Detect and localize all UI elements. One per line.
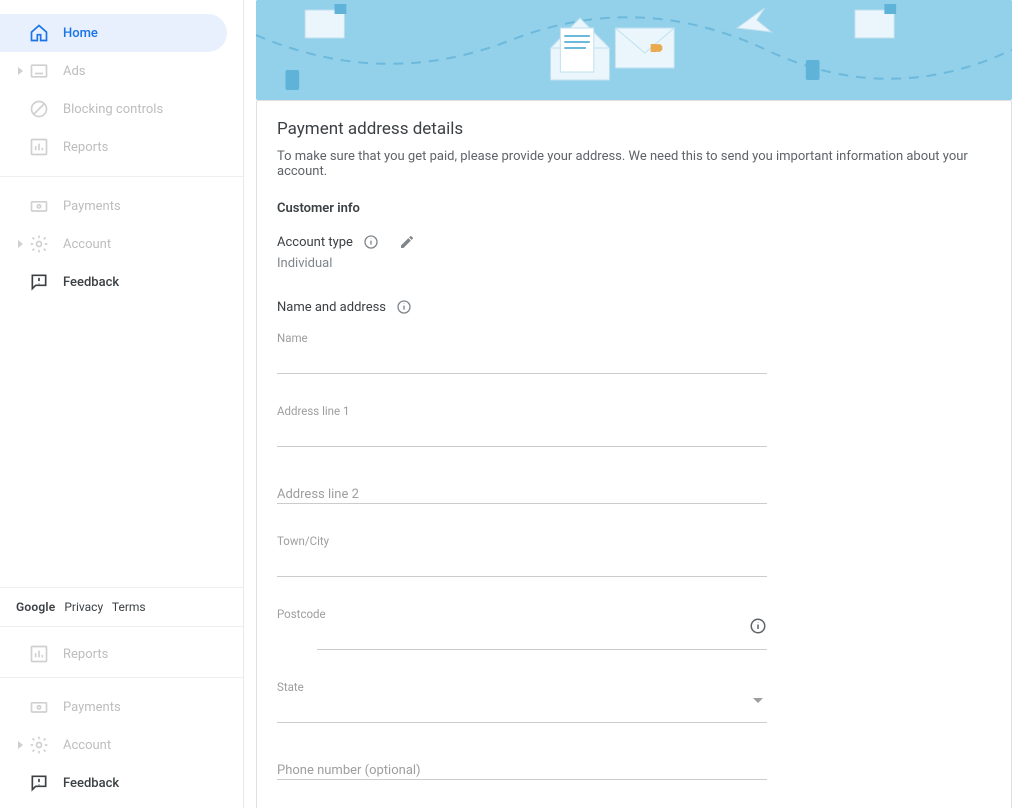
sidebar-item-blocking[interactable]: Blocking controls bbox=[0, 90, 227, 128]
block-icon bbox=[29, 99, 49, 119]
field-label: Postcode bbox=[277, 607, 767, 621]
postcode-input[interactable] bbox=[317, 623, 767, 650]
state-field: State bbox=[277, 680, 767, 723]
address1-input[interactable] bbox=[277, 420, 767, 447]
account-type-value: Individual bbox=[277, 256, 991, 271]
state-select[interactable] bbox=[277, 696, 767, 723]
field-label: Name bbox=[277, 331, 767, 345]
payment-address-card: Payment address details To make sure tha… bbox=[256, 100, 1012, 808]
sidebar-item-label: Feedback bbox=[63, 776, 119, 791]
sidebar-item-ads[interactable]: Ads bbox=[0, 52, 227, 90]
city-input[interactable] bbox=[277, 550, 767, 577]
sidebar-item-label: Reports bbox=[63, 647, 108, 662]
info-icon[interactable] bbox=[396, 299, 412, 315]
sidebar-item-label: Account bbox=[63, 738, 111, 753]
sidebar-item-label: Blocking controls bbox=[63, 102, 163, 117]
sidebar-item-feedback-2[interactable]: Feedback bbox=[0, 764, 227, 802]
address1-field: Address line 1 bbox=[277, 404, 767, 447]
sidebar-item-label: Account bbox=[63, 237, 111, 252]
payments-icon bbox=[29, 697, 49, 717]
name-input[interactable] bbox=[277, 347, 767, 374]
page-subtitle: To make sure that you get paid, please p… bbox=[277, 149, 991, 179]
city-field: Town/City bbox=[277, 534, 767, 577]
sidebar-item-label: Payments bbox=[63, 199, 121, 214]
page-title: Payment address details bbox=[277, 119, 991, 139]
footer-links: Google Privacy Terms bbox=[0, 587, 243, 626]
gear-icon bbox=[29, 735, 49, 755]
sidebar-item-label: Ads bbox=[63, 64, 86, 79]
sidebar-item-label: Reports bbox=[63, 140, 108, 155]
sidebar-item-home[interactable]: Home bbox=[0, 14, 227, 52]
address2-input[interactable] bbox=[277, 477, 767, 504]
name-address-row: Name and address bbox=[277, 299, 991, 315]
feedback-icon bbox=[29, 272, 49, 292]
reports-icon bbox=[29, 137, 49, 157]
name-address-label: Name and address bbox=[277, 300, 386, 315]
field-label: Address line 1 bbox=[277, 404, 767, 418]
payments-icon bbox=[29, 196, 49, 216]
sidebar: Home Ads Blocking controls Reports bbox=[0, 0, 244, 808]
sidebar-item-account[interactable]: Account bbox=[0, 225, 227, 263]
sidebar-item-payments[interactable]: Payments bbox=[0, 187, 227, 225]
phone-field: Phone number (optional) bbox=[277, 753, 767, 780]
info-icon[interactable] bbox=[749, 617, 767, 635]
address2-field: Address line 2 bbox=[277, 477, 767, 504]
google-logo: Google bbox=[16, 600, 55, 614]
sidebar-item-label: Payments bbox=[63, 700, 121, 715]
terms-link[interactable]: Terms bbox=[112, 600, 146, 614]
phone-input[interactable] bbox=[277, 753, 767, 780]
reports-icon bbox=[29, 644, 49, 664]
main-content: Payment address details To make sure tha… bbox=[244, 0, 1024, 808]
hero-banner bbox=[256, 0, 1012, 100]
postcode-field: Postcode bbox=[317, 607, 767, 650]
chevron-down-icon bbox=[753, 698, 763, 703]
sidebar-item-feedback[interactable]: Feedback bbox=[0, 263, 227, 301]
home-icon bbox=[29, 23, 49, 43]
customer-info-heading: Customer info bbox=[277, 201, 991, 216]
sidebar-item-account-2[interactable]: Account bbox=[0, 726, 227, 764]
edit-icon[interactable] bbox=[399, 234, 415, 250]
sidebar-item-label: Home bbox=[63, 26, 98, 41]
sidebar-item-reports[interactable]: Reports bbox=[0, 128, 227, 166]
field-label: State bbox=[277, 680, 767, 694]
sidebar-item-label: Feedback bbox=[63, 275, 119, 290]
info-icon[interactable] bbox=[363, 234, 379, 250]
ads-icon bbox=[29, 61, 49, 81]
privacy-link[interactable]: Privacy bbox=[64, 600, 103, 614]
name-field: Name bbox=[277, 331, 767, 374]
account-type-label: Account type bbox=[277, 235, 353, 250]
account-type-row: Account type bbox=[277, 234, 991, 250]
feedback-icon bbox=[29, 773, 49, 793]
sidebar-item-reports-2[interactable]: Reports bbox=[0, 635, 227, 673]
gear-icon bbox=[29, 234, 49, 254]
field-label: Town/City bbox=[277, 534, 767, 548]
sidebar-item-payments-2[interactable]: Payments bbox=[0, 688, 227, 726]
